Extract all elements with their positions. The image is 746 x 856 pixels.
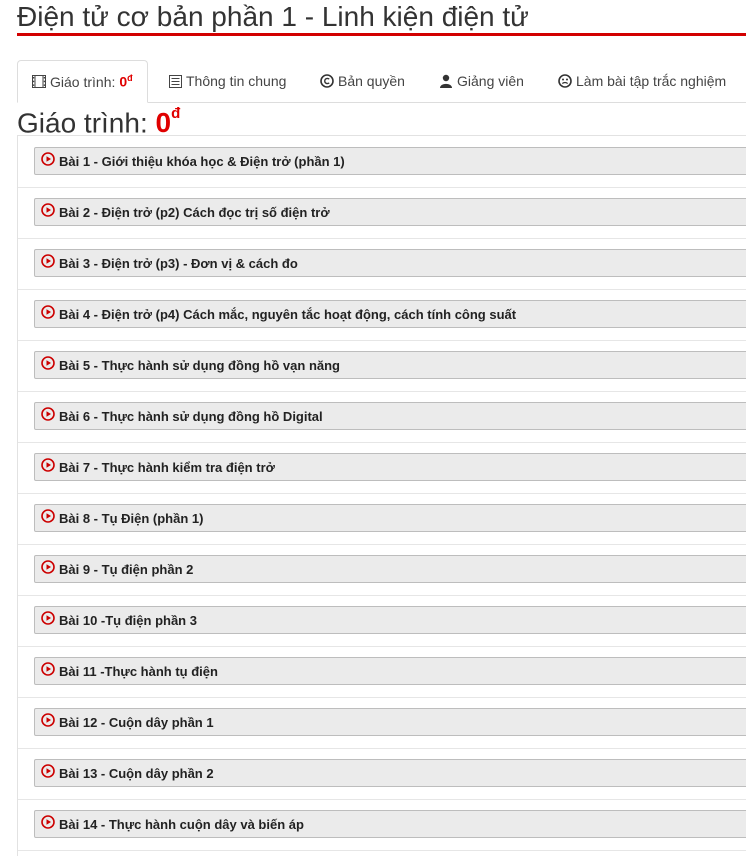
- tab-general-info-label: Thông tin chung: [186, 73, 287, 89]
- list-item: Bài 12 - Cuộn dây phần 1: [18, 697, 746, 749]
- lesson-title: Bài 1 - Giới thiệu khóa học & Điện trở (…: [59, 153, 345, 169]
- lesson-link[interactable]: Bài 1 - Giới thiệu khóa học & Điện trở (…: [34, 147, 746, 175]
- lesson-title: Bài 4 - Điện trở (p4) Cách mắc, nguyên t…: [59, 306, 517, 322]
- list-item: Bài 6 - Thực hành sử dụng đồng hồ Digita…: [18, 391, 746, 443]
- lesson-link[interactable]: Bài 12 - Cuộn dây phần 1: [34, 708, 746, 736]
- lesson-list: Bài 1 - Giới thiệu khóa học & Điện trở (…: [17, 135, 746, 856]
- play-circle-icon: [41, 152, 55, 166]
- course-tabs: Giáo trình: 0đ Thông tin chung Bản quyền…: [17, 60, 746, 103]
- lesson-title: Bài 14 - Thực hành cuộn dây và biến áp: [59, 816, 304, 832]
- list-item: Bài 8 - Tụ Điện (phần 1): [18, 493, 746, 545]
- lesson-link[interactable]: Bài 5 - Thực hành sử dụng đồng hồ vạn nă…: [34, 351, 746, 379]
- list-icon: [169, 74, 182, 88]
- play-circle-icon: [41, 407, 55, 421]
- tab-quiz-label: Làm bài tập trắc nghiệm: [576, 73, 727, 89]
- play-circle-icon: [41, 560, 55, 574]
- tab-curriculum[interactable]: Giáo trình: 0đ: [17, 60, 148, 103]
- quiz-icon: [558, 74, 572, 88]
- lesson-title: Bài 8 - Tụ Điện (phần 1): [59, 510, 204, 526]
- list-item: Bài 5 - Thực hành sử dụng đồng hồ vạn nă…: [18, 340, 746, 392]
- lesson-link[interactable]: Bài 9 - Tụ điện phần 2: [34, 555, 746, 583]
- lesson-title: Bài 9 - Tụ điện phần 2: [59, 561, 194, 577]
- play-circle-icon: [41, 254, 55, 268]
- lesson-link[interactable]: Bài 11 -Thực hành tụ điện: [34, 657, 746, 685]
- play-circle-icon: [41, 458, 55, 472]
- list-item: Bài 2 - Điện trở (p2) Cách đọc trị số đi…: [18, 187, 746, 239]
- play-circle-icon: [41, 611, 55, 625]
- list-item: Bài 3 - Điện trở (p3) - Đơn vị & cách đo: [18, 238, 746, 290]
- film-icon: [32, 75, 46, 88]
- lesson-title: Bài 11 -Thực hành tụ điện: [59, 663, 218, 679]
- copyright-icon: [320, 74, 334, 88]
- play-circle-icon: [41, 203, 55, 217]
- lesson-link[interactable]: Bài 6 - Thực hành sử dụng đồng hồ Digita…: [34, 402, 746, 430]
- tab-copyright-label: Bản quyền: [338, 73, 405, 89]
- lesson-link[interactable]: Bài 3 - Điện trở (p3) - Đơn vị & cách đo: [34, 249, 746, 277]
- lesson-link[interactable]: Bài 4 - Điện trở (p4) Cách mắc, nguyên t…: [34, 300, 746, 328]
- lesson-title: Bài 12 - Cuộn dây phần 1: [59, 714, 214, 730]
- list-item: Bài 1 - Giới thiệu khóa học & Điện trở (…: [18, 136, 746, 188]
- tab-instructor-label: Giảng viên: [457, 73, 524, 89]
- list-item: Bài 10 -Tụ điện phần 3: [18, 595, 746, 647]
- title-underline: [17, 33, 746, 36]
- list-item: Bài 14 - Thực hành cuộn dây và biến áp: [18, 799, 746, 851]
- lesson-title: Bài 2 - Điện trở (p2) Cách đọc trị số đi…: [59, 204, 330, 220]
- lesson-link[interactable]: Bài 14 - Thực hành cuộn dây và biến áp: [34, 810, 746, 838]
- list-item: Bài 4 - Điện trở (p4) Cách mắc, nguyên t…: [18, 289, 746, 341]
- play-circle-icon: [41, 815, 55, 829]
- lesson-title: Bài 10 -Tụ điện phần 3: [59, 612, 197, 628]
- tab-copyright[interactable]: Bản quyền: [320, 60, 405, 102]
- play-circle-icon: [41, 713, 55, 727]
- tab-general-info[interactable]: Thông tin chung: [169, 60, 286, 102]
- lesson-title: Bài 3 - Điện trở (p3) - Đơn vị & cách đo: [59, 255, 298, 271]
- lesson-link[interactable]: Bài 10 -Tụ điện phần 3: [34, 606, 746, 634]
- list-item: Bài 7 - Thực hành kiểm tra điện trở: [18, 442, 746, 494]
- lesson-title: Bài 7 - Thực hành kiểm tra điện trở: [59, 459, 275, 475]
- page-title: Điện tử cơ bản phần 1 - Linh kiện điện t…: [17, 1, 529, 32]
- list-item: Bài 13 - Cuộn dây phần 2: [18, 748, 746, 800]
- section-price: 0đ: [155, 105, 181, 139]
- lesson-link[interactable]: Bài 7 - Thực hành kiểm tra điện trở: [34, 453, 746, 481]
- section-heading-label: Giáo trình:: [17, 107, 156, 139]
- play-circle-icon: [41, 764, 55, 778]
- user-icon: [439, 74, 453, 88]
- tab-curriculum-price: 0đ: [119, 73, 133, 90]
- play-circle-icon: [41, 662, 55, 676]
- tab-curriculum-label: Giáo trình:: [50, 73, 116, 90]
- tab-instructor[interactable]: Giảng viên: [439, 60, 524, 102]
- play-circle-icon: [41, 305, 55, 319]
- lesson-title: Bài 6 - Thực hành sử dụng đồng hồ Digita…: [59, 408, 323, 424]
- lesson-title: Bài 5 - Thực hành sử dụng đồng hồ vạn nă…: [59, 357, 340, 373]
- lesson-title: Bài 13 - Cuộn dây phần 2: [59, 765, 214, 781]
- list-item: Bài 9 - Tụ điện phần 2: [18, 544, 746, 596]
- tab-quiz[interactable]: Làm bài tập trắc nghiệm: [558, 60, 726, 102]
- play-circle-icon: [41, 509, 55, 523]
- play-circle-icon: [41, 356, 55, 370]
- lesson-link[interactable]: Bài 2 - Điện trở (p2) Cách đọc trị số đi…: [34, 198, 746, 226]
- lesson-link[interactable]: Bài 13 - Cuộn dây phần 2: [34, 759, 746, 787]
- lesson-link[interactable]: Bài 8 - Tụ Điện (phần 1): [34, 504, 746, 532]
- list-item: Bài 11 -Thực hành tụ điện: [18, 646, 746, 698]
